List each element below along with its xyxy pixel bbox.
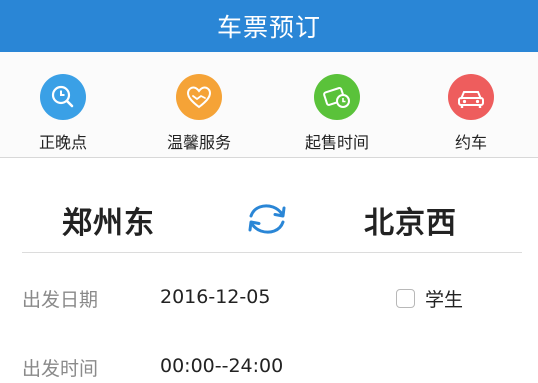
departure-time-label: 出发时间 (22, 358, 99, 380)
shortcut-sale-time[interactable]: 起售时间 (277, 74, 397, 154)
student-ticket-toggle[interactable]: 学生 (396, 285, 463, 312)
student-checkbox[interactable] (396, 289, 415, 308)
app-header: 车票预订 (0, 0, 538, 52)
shortcut-label: 正晚点 (38, 133, 87, 152)
departure-time-value[interactable]: 00:00--24:00 (160, 355, 283, 377)
departure-date-value[interactable]: 2016-12-05 (160, 286, 270, 308)
departure-station[interactable]: 郑州东 (62, 198, 155, 242)
shortcut-label: 温馨服务 (166, 133, 231, 152)
shortcut-care-service[interactable]: 温馨服务 (139, 74, 259, 154)
shortcut-label: 起售时间 (304, 133, 369, 152)
shortcut-car-booking[interactable]: 约车 (411, 74, 531, 154)
shortcut-bar: 正晚点 温馨服务 起售时间 约车 (0, 52, 538, 158)
departure-date-label: 出发日期 (22, 289, 99, 311)
swap-arrows-icon (248, 204, 286, 234)
student-label: 学生 (425, 289, 464, 311)
page-title: 车票预订 (216, 13, 321, 42)
shortcut-delay-status[interactable]: 正晚点 (3, 74, 123, 154)
route-selector: 郑州东 北京西 (0, 158, 538, 252)
handshake-heart-icon (176, 74, 222, 120)
shortcut-label: 约车 (454, 133, 487, 152)
arrival-station[interactable]: 北京西 (364, 198, 457, 242)
car-icon (448, 74, 494, 120)
clock-search-icon (40, 74, 86, 120)
swap-stations-button[interactable] (243, 201, 291, 237)
ticket-clock-icon (314, 74, 360, 120)
divider (22, 252, 522, 253)
